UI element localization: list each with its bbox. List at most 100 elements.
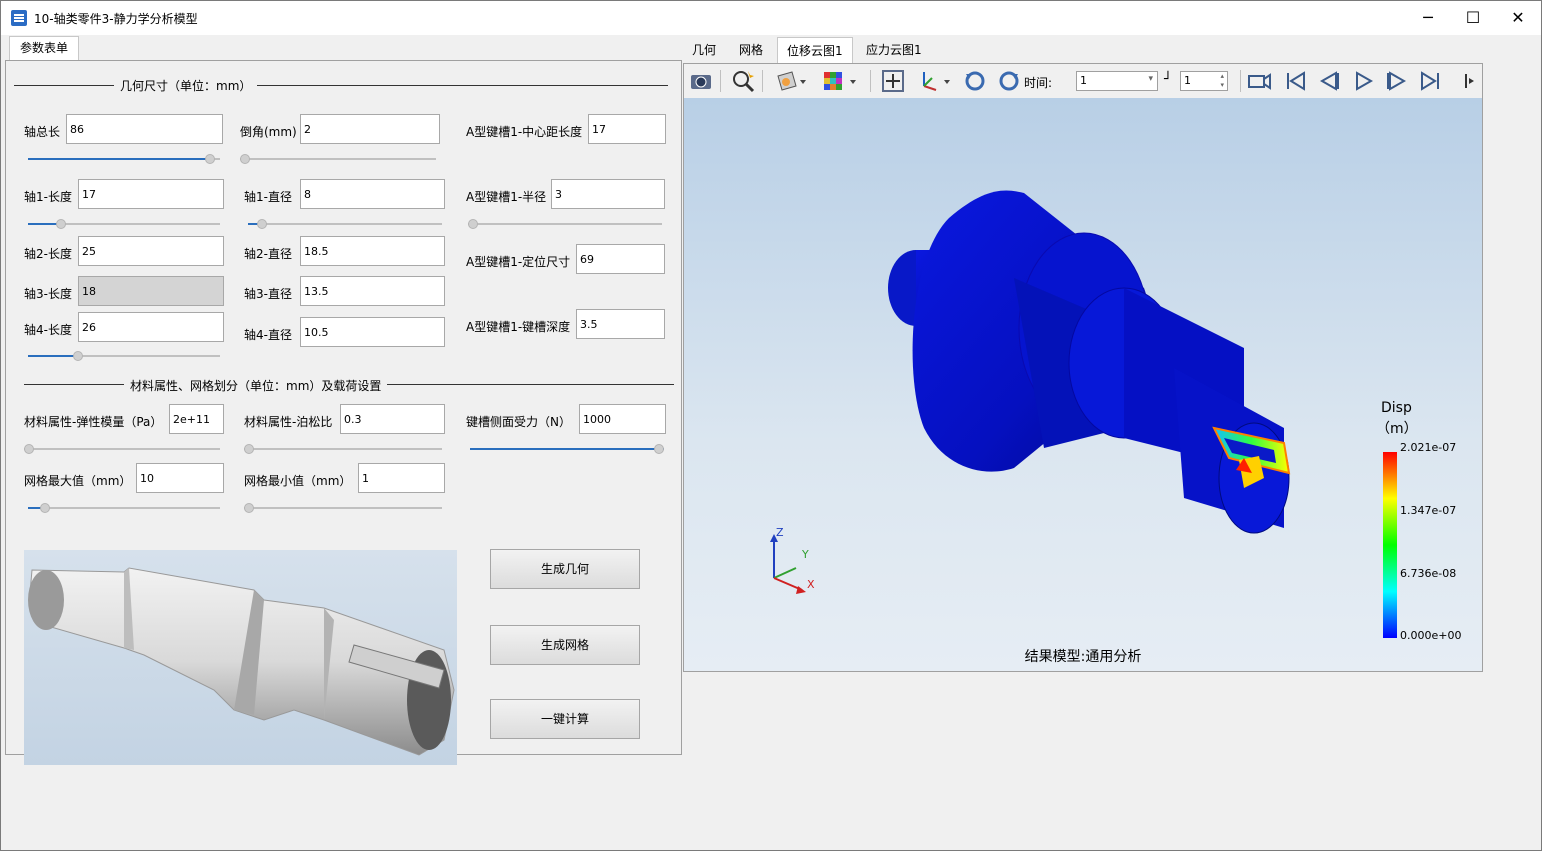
compute-button[interactable]: 一键计算	[490, 699, 640, 739]
poisson-ratio-slider[interactable]	[244, 443, 442, 455]
time-label: 时间:	[1024, 76, 1053, 90]
poisson-ratio-input[interactable]: 0.3	[340, 404, 445, 434]
minimize-button[interactable]: ─	[1405, 1, 1451, 35]
view-toolbar: 时间: 1 ▾ ┘ 1 ▴ ▾	[684, 64, 1482, 98]
tab-stress-contour[interactable]: 应力云图1	[857, 37, 931, 63]
field-label: A型键槽1-定位尺寸	[466, 255, 571, 269]
axis-orientation-icon[interactable]	[916, 68, 942, 94]
shaft1-diameter-slider[interactable]	[248, 218, 442, 230]
last-frame-icon[interactable]	[1418, 68, 1444, 94]
app-window: 10-轴类零件3-静力学分析模型 ─ ☐ ✕ 参数表单 几何尺寸（单位：mm） …	[0, 0, 1542, 851]
field-label: 轴1-直径	[244, 190, 292, 204]
shaft1-length-slider[interactable]	[28, 218, 220, 230]
legend-value: 1.347e-07	[1400, 504, 1457, 517]
shaft3-length-input: 18	[78, 276, 224, 306]
shaft1-length-input[interactable]: 17	[78, 179, 224, 209]
time-select[interactable]: 1 ▾	[1076, 71, 1158, 91]
tab-geometry[interactable]: 几何	[683, 37, 725, 63]
generate-geometry-button[interactable]: 生成几何	[490, 549, 640, 589]
mesh-max-slider[interactable]	[28, 502, 220, 514]
section-divider	[14, 85, 114, 86]
fit-view-icon[interactable]	[880, 68, 906, 94]
elastic-modulus-slider[interactable]	[24, 443, 220, 455]
shaft4-length-input[interactable]: 26	[78, 312, 224, 342]
video-record-icon[interactable]	[1246, 68, 1272, 94]
shaft1-diameter-input[interactable]: 8	[300, 179, 445, 209]
section-divider	[372, 384, 674, 385]
keyway-force-slider[interactable]	[470, 443, 664, 455]
legend-max-value: 2.021e-07	[1400, 441, 1457, 454]
chevron-down-icon: ▾	[1148, 74, 1153, 84]
elastic-modulus-input[interactable]: 2e+11	[169, 404, 224, 434]
shaft2-length-input[interactable]: 25	[78, 236, 224, 266]
mesh-min-input[interactable]: 1	[358, 463, 445, 493]
field-label: 轴总长	[24, 125, 61, 139]
color-grid-icon[interactable]	[820, 68, 846, 94]
legend-min-value: 0.000e+00	[1400, 629, 1462, 642]
axes-triad	[770, 534, 806, 594]
field-label: 键槽侧面受力（N）	[466, 415, 571, 429]
spin-arrows-icon: ▴ ▾	[1220, 72, 1224, 89]
rotate-right-icon[interactable]	[996, 68, 1022, 94]
axis-x-label: X	[807, 578, 815, 591]
geometry-section-title: 几何尺寸（单位：mm）	[114, 77, 258, 94]
shaft2-diameter-input[interactable]: 18.5	[300, 236, 445, 266]
parameter-form: 几何尺寸（单位：mm） 轴总长 86 倒角(mm) 2 A型键槽1-中心距长度 …	[5, 60, 682, 765]
frame-icon: ┘	[1164, 72, 1172, 87]
frame-value: 1	[1184, 74, 1191, 87]
maximize-button[interactable]: ☐	[1450, 1, 1496, 35]
zoom-icon[interactable]	[730, 68, 756, 94]
shaft3-diameter-input[interactable]: 13.5	[300, 276, 445, 306]
keyway-position-input[interactable]: 69	[576, 244, 665, 274]
more-tools-icon[interactable]	[1462, 68, 1478, 94]
rotate-left-icon[interactable]	[962, 68, 988, 94]
title-bar: 10-轴类零件3-静力学分析模型 ─ ☐ ✕	[1, 1, 1541, 35]
field-label: 轴2-长度	[24, 247, 72, 261]
screenshot-icon[interactable]	[688, 68, 714, 94]
keyway-center-length-input[interactable]: 17	[588, 114, 666, 144]
keyway-depth-input[interactable]: 3.5	[576, 309, 665, 339]
frame-spinbox[interactable]: 1 ▴ ▾	[1180, 71, 1228, 91]
keyway-radius-slider[interactable]	[468, 218, 662, 230]
chamfer-slider[interactable]	[240, 153, 436, 165]
field-label: A型键槽1-中心距长度	[466, 125, 583, 139]
geometry-preview	[24, 550, 457, 765]
mesh-max-input[interactable]: 10	[136, 463, 224, 493]
keyway-radius-input[interactable]: 3	[551, 179, 665, 209]
axis-z-label: Z	[776, 526, 784, 539]
total-length-input[interactable]: 86	[66, 114, 223, 144]
result-view: 时间: 1 ▾ ┘ 1 ▴ ▾ Z Y X Disp （m） 2.021e-07…	[683, 63, 1483, 672]
first-frame-icon[interactable]	[1282, 68, 1308, 94]
generate-mesh-button[interactable]: 生成网格	[490, 625, 640, 665]
field-label: 材料属性-弹性模量（Pa）	[24, 415, 163, 429]
tab-mesh[interactable]: 网格	[730, 37, 772, 63]
play-icon[interactable]	[1350, 68, 1376, 94]
3d-viewport[interactable]: Z Y X Disp （m） 2.021e-07 1.347e-07 6.736…	[684, 98, 1482, 671]
close-button[interactable]: ✕	[1495, 1, 1541, 35]
section-divider	[242, 85, 668, 86]
previous-frame-icon[interactable]	[1316, 68, 1342, 94]
legend-unit: （m）	[1376, 421, 1418, 437]
field-label: 轴1-长度	[24, 190, 72, 204]
field-label: 轴3-长度	[24, 287, 72, 301]
chamfer-input[interactable]: 2	[300, 114, 440, 144]
tab-parameter-form[interactable]: 参数表单	[9, 36, 79, 60]
keyway-force-input[interactable]: 1000	[579, 404, 666, 434]
tab-displacement-contour[interactable]: 位移云图1	[777, 37, 853, 63]
legend-title: Disp	[1381, 400, 1412, 416]
field-label: A型键槽1-键槽深度	[466, 320, 571, 334]
mesh-min-slider[interactable]	[244, 502, 442, 514]
shaft4-diameter-input[interactable]: 10.5	[300, 317, 445, 347]
material-section-title: 材料属性、网格划分（单位：mm）及载荷设置	[124, 377, 388, 394]
window-title: 10-轴类零件3-静力学分析模型	[34, 12, 198, 26]
section-divider	[24, 384, 124, 385]
section-view-icon[interactable]	[774, 68, 800, 94]
parameter-panel: 参数表单 几何尺寸（单位：mm） 轴总长 86 倒角(mm) 2 A型键槽1-中…	[5, 36, 682, 765]
field-label: 轴4-直径	[244, 328, 292, 342]
result-caption: 结果模型:通用分析	[1024, 649, 1142, 665]
legend-color-bar	[1383, 452, 1397, 638]
field-label: A型键槽1-半径	[466, 190, 547, 204]
next-frame-icon[interactable]	[1384, 68, 1410, 94]
shaft4-length-slider[interactable]	[28, 350, 220, 362]
total-length-slider[interactable]	[28, 153, 220, 165]
